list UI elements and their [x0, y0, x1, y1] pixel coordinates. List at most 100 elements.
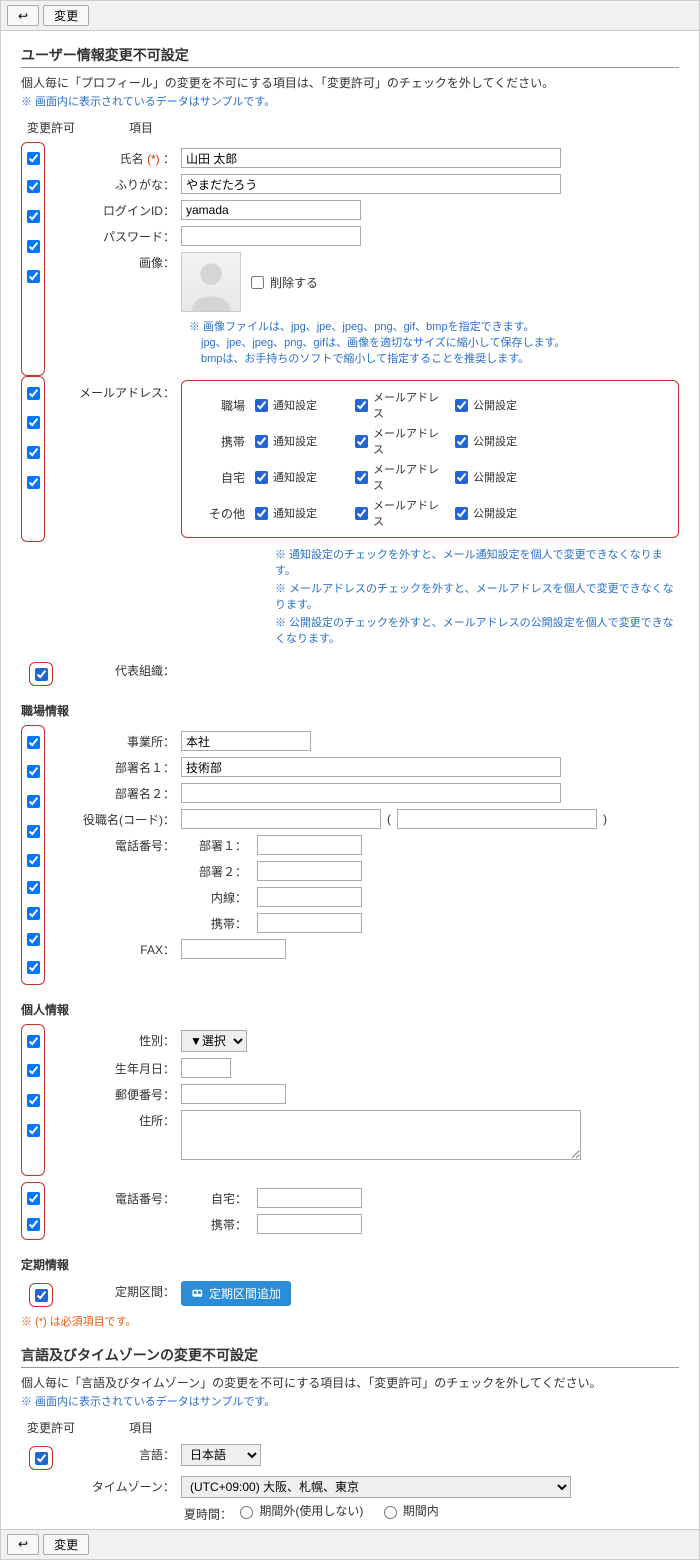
perm-password[interactable]: [27, 240, 40, 253]
office-label: 事業所：: [61, 729, 181, 750]
add-commuter-button[interactable]: 定期区間追加: [181, 1281, 291, 1306]
perm-mail-home[interactable]: [27, 446, 40, 459]
title-code-input[interactable]: [397, 809, 597, 829]
mail-notify-check[interactable]: [255, 399, 268, 412]
tz-select[interactable]: (UTC+09:00) 大阪、札幌、東京: [181, 1476, 571, 1498]
title-name-input[interactable]: [181, 809, 381, 829]
tz-label: タイムゾーン：: [61, 1474, 181, 1495]
mail-public-check[interactable]: [455, 507, 468, 520]
perm-name[interactable]: [27, 152, 40, 165]
mail-addr-check[interactable]: [355, 507, 368, 520]
column-headers-2: 変更許可 項目: [21, 1419, 679, 1436]
perm-image[interactable]: [27, 270, 40, 283]
perm-phone-home[interactable]: [27, 1192, 40, 1205]
birth-input[interactable]: [181, 1058, 231, 1078]
zip-input[interactable]: [181, 1084, 286, 1104]
personal-heading: 個人情報: [21, 1001, 679, 1018]
perm-commuter[interactable]: [35, 1289, 48, 1302]
lang-label: 言語：: [61, 1442, 181, 1463]
mail-addr-check[interactable]: [355, 435, 368, 448]
mail-addr-check[interactable]: [355, 399, 368, 412]
change-button-bottom[interactable]: 変更: [43, 1534, 89, 1555]
perm-address[interactable]: [27, 1124, 40, 1137]
personal-phone-label: 電話番号：: [61, 1186, 181, 1207]
mail-notify-check[interactable]: [255, 435, 268, 448]
section2-note: ※ 画面内に表示されているデータはサンプルです。: [21, 1393, 679, 1409]
col-item: 項目: [81, 119, 201, 136]
sex-label: 性別：: [61, 1028, 181, 1049]
mail-notify-check[interactable]: [255, 507, 268, 520]
phone-ext-input[interactable]: [257, 887, 362, 907]
address-textarea[interactable]: [181, 1110, 581, 1160]
image-delete-label: 削除する: [270, 274, 318, 291]
section2-title: 言語及びタイムゾーンの変更不可設定: [21, 1345, 679, 1368]
perm-birth[interactable]: [27, 1064, 40, 1077]
password-input[interactable]: [181, 226, 361, 246]
perm-phone-ext[interactable]: [27, 907, 40, 920]
perm-dept1[interactable]: [27, 765, 40, 778]
mail-public-check[interactable]: [455, 435, 468, 448]
password-label: パスワード：: [61, 224, 181, 245]
change-button[interactable]: 変更: [43, 5, 89, 26]
mail-label: メールアドレス：: [61, 380, 181, 401]
name-input[interactable]: [181, 148, 561, 168]
mail-settings-group: 職場通知設定メールアドレス公開設定携帯通知設定メールアドレス公開設定自宅通知設定…: [181, 380, 679, 538]
perm-mail-other[interactable]: [27, 476, 40, 489]
perm-title[interactable]: [27, 825, 40, 838]
perm-mail-cell[interactable]: [27, 416, 40, 429]
phone-dept2-input[interactable]: [257, 861, 362, 881]
perm-org[interactable]: [35, 668, 48, 681]
perm-sex[interactable]: [27, 1035, 40, 1048]
perm-phone-cell[interactable]: [27, 933, 40, 946]
sex-select[interactable]: ▼選択: [181, 1030, 247, 1052]
section1-note: ※ 画面内に表示されているデータはサンプルです。: [21, 93, 679, 109]
commuter-heading: 定期情報: [21, 1256, 679, 1273]
mail-addr-check[interactable]: [355, 471, 368, 484]
perm-zip[interactable]: [27, 1094, 40, 1107]
office-input[interactable]: [181, 731, 311, 751]
section1-title: ユーザー情報変更不可設定: [21, 45, 679, 68]
dst-on-radio[interactable]: [384, 1506, 397, 1519]
zip-label: 郵便番号：: [61, 1082, 181, 1103]
perm-login[interactable]: [27, 210, 40, 223]
dst-off-radio[interactable]: [240, 1506, 253, 1519]
perm-mail-work[interactable]: [27, 387, 40, 400]
kana-input[interactable]: [181, 174, 561, 194]
column-headers: 変更許可 項目: [21, 119, 679, 136]
login-input[interactable]: [181, 200, 361, 220]
dept2-input[interactable]: [181, 783, 561, 803]
mail-row-1: 携帯通知設定メールアドレス公開設定: [190, 425, 670, 457]
required-note: ※ (*) は必須項目です。: [21, 1313, 679, 1329]
lang-select[interactable]: 日本語: [181, 1444, 261, 1466]
section2-desc: 個人毎に「言語及びタイムゾーン」の変更を不可にする項目は、「変更許可」のチェック…: [21, 1374, 679, 1391]
dept1-input[interactable]: [181, 757, 561, 777]
phone-home-label: 自宅：: [181, 1190, 251, 1207]
phone-pcell-input[interactable]: [257, 1214, 362, 1234]
perm-kana[interactable]: [27, 180, 40, 193]
phone-cell-input[interactable]: [257, 913, 362, 933]
bottom-toolbar: ↩ 変更: [1, 1529, 699, 1559]
phone-dept1-input[interactable]: [257, 835, 362, 855]
back-button-bottom[interactable]: ↩: [7, 1534, 39, 1555]
mail-public-check[interactable]: [455, 399, 468, 412]
mail-row-label: 携帯: [190, 433, 245, 450]
perm-lang[interactable]: [35, 1452, 48, 1465]
mail-notify-check[interactable]: [255, 471, 268, 484]
mail-note3: ※ 公開設定のチェックを外すと、メールアドレスの公開設定を個人で変更できなくなり…: [275, 614, 679, 646]
mail-public-check[interactable]: [455, 471, 468, 484]
perm-phone-dept2[interactable]: [27, 881, 40, 894]
back-button[interactable]: ↩: [7, 5, 39, 26]
fax-input[interactable]: [181, 939, 286, 959]
mail-note2: ※ メールアドレスのチェックを外すと、メールアドレスを個人で変更できなくなります…: [275, 580, 679, 612]
name-label: 氏名 (*) ：: [61, 146, 181, 167]
phone-home-input[interactable]: [257, 1188, 362, 1208]
image-delete-checkbox[interactable]: [251, 276, 264, 289]
perm-fax[interactable]: [27, 961, 40, 974]
perm-office[interactable]: [27, 736, 40, 749]
perm-dept2[interactable]: [27, 795, 40, 808]
title-label: 役職名(コード)：: [61, 807, 181, 828]
kana-label: ふりがな：: [61, 172, 181, 193]
perm-phone-dept1[interactable]: [27, 854, 40, 867]
dept1-label: 部署名１：: [61, 755, 181, 776]
perm-phone-personal-cell[interactable]: [27, 1218, 40, 1231]
